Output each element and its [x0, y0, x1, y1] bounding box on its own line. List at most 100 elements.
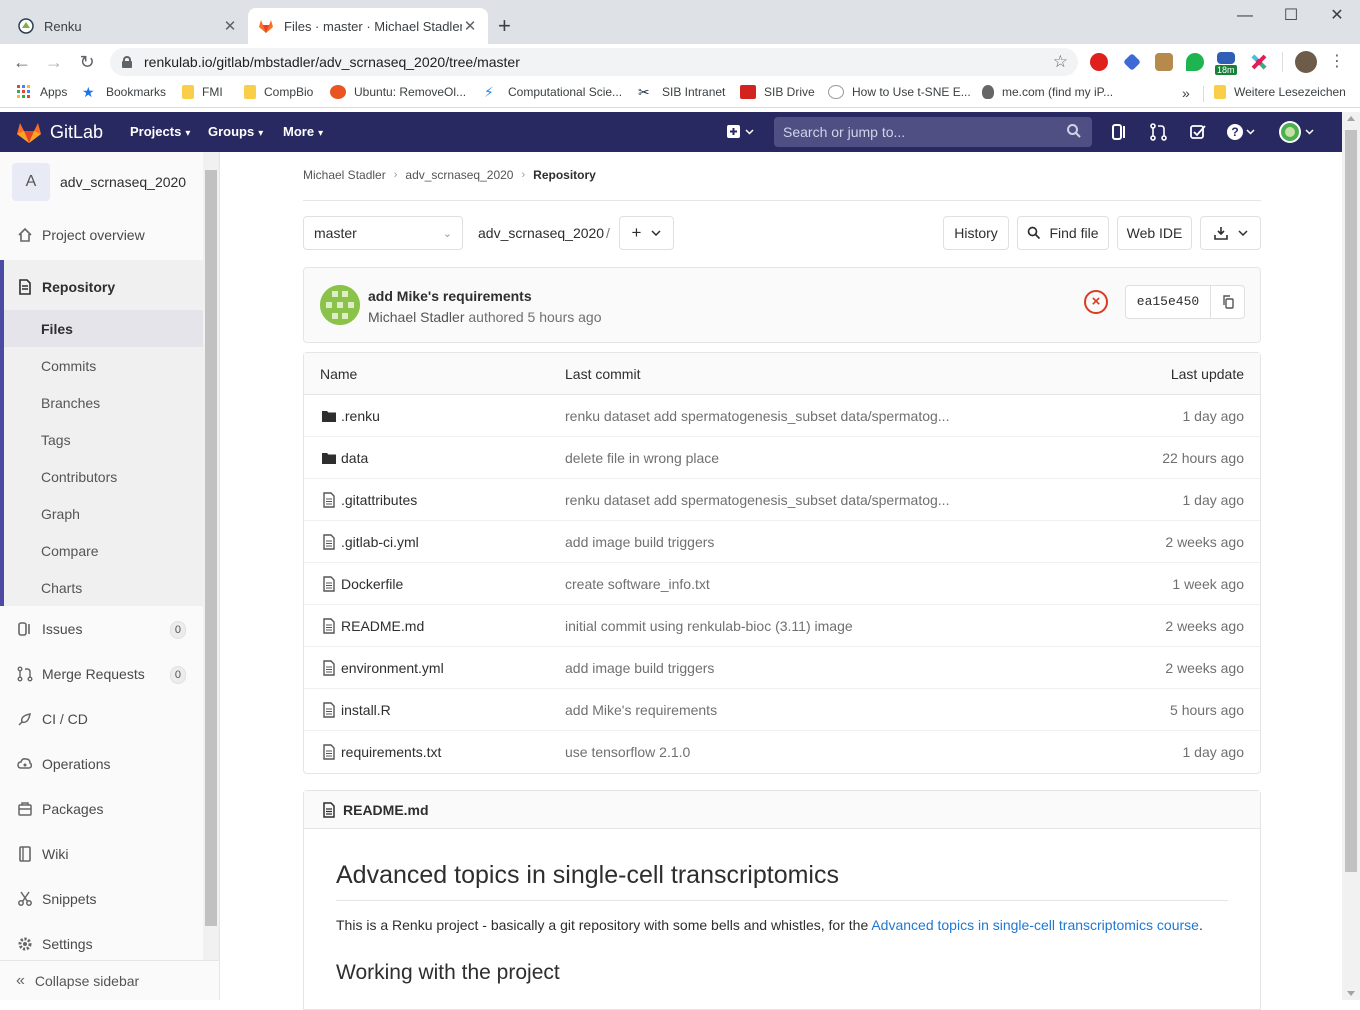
web-ide-button[interactable]: Web IDE [1117, 216, 1192, 250]
reload-icon[interactable]: ↻ [75, 50, 99, 74]
bookmark-sib-intranet[interactable]: ✂ SIB Intranet [638, 85, 725, 99]
sidebar-subitem-files[interactable]: Files [4, 310, 204, 347]
page-scrollbar-thumb[interactable] [1345, 130, 1357, 872]
sidebar-subitem-tags[interactable]: Tags [4, 421, 204, 458]
new-dropdown-button[interactable] [726, 123, 756, 141]
last-commit-link[interactable]: add Mike's requirements [565, 702, 965, 718]
last-commit-link[interactable]: initial commit using renkulab-bioc (3.11… [565, 618, 965, 634]
new-tab-button[interactable]: + [498, 14, 511, 38]
bookmark-mecom[interactable]: me.com (find my iP... [982, 85, 1113, 99]
help-menu-icon[interactable]: ? [1226, 123, 1258, 141]
file-name-link[interactable]: .gitlab-ci.yml [341, 534, 419, 550]
sidebar-scrollbar[interactable] [203, 152, 219, 966]
bookmark-compbio[interactable]: CompBio [244, 85, 313, 99]
extension-icon[interactable] [1217, 52, 1235, 64]
sidebar-subitem-charts[interactable]: Charts [4, 569, 204, 606]
sidebar-item-settings[interactable]: Settings [0, 926, 204, 962]
sidebar-subitem-compare[interactable]: Compare [4, 532, 204, 569]
last-commit-link[interactable]: create software_info.txt [565, 576, 965, 592]
breadcrumb-current[interactable]: Repository [533, 168, 596, 182]
gitlab-home-link[interactable]: GitLab [16, 120, 103, 144]
table-row[interactable]: install.R add Mike's requirements 5 hours … [304, 689, 1260, 731]
minimize-window-icon[interactable]: — [1222, 4, 1268, 28]
breadcrumb-owner[interactable]: Michael Stadler [303, 168, 386, 182]
sidebar-item-operations[interactable]: Operations [0, 746, 204, 782]
extension-icon[interactable] [1155, 53, 1173, 71]
sidebar-item-cicd[interactable]: CI / CD [0, 701, 204, 737]
bookmark-bookmarks[interactable]: ★ Bookmarks [82, 85, 166, 99]
bookmark-apps[interactable]: Apps [16, 85, 67, 99]
last-commit-link[interactable]: renku dataset add spermatogenesis_subset… [565, 492, 965, 508]
groups-menu[interactable]: Groups ▾ [208, 124, 263, 139]
table-row[interactable]: .renku renku dataset add spermatogenesis_… [304, 395, 1260, 437]
file-name-link[interactable]: data [341, 450, 368, 466]
extension-icon[interactable] [1250, 53, 1268, 71]
sidebar-subitem-commits[interactable]: Commits [4, 347, 204, 384]
find-file-button[interactable]: Find file [1017, 216, 1109, 250]
repo-path-root[interactable]: adv_scrnaseq_2020 [478, 225, 604, 241]
file-name-link[interactable]: Dockerfile [341, 576, 403, 592]
sidebar-project-header[interactable]: A adv_scrnaseq_2020 [0, 160, 204, 204]
forward-icon[interactable]: → [42, 50, 66, 74]
sidebar-item-wiki[interactable]: Wiki [0, 836, 204, 872]
file-name-link[interactable]: requirements.txt [341, 744, 441, 760]
address-bar[interactable]: renkulab.io/gitlab/mbstadler/adv_scrnase… [110, 48, 1078, 76]
back-icon[interactable]: ← [10, 50, 34, 74]
bookmark-sib-drive[interactable]: SIB Drive [740, 85, 815, 99]
table-row[interactable]: environment.yml add image build triggers 2… [304, 647, 1260, 689]
commit-author-link[interactable]: Michael Stadler [368, 309, 465, 325]
page-scrollbar[interactable] [1342, 112, 1360, 1000]
download-dropdown[interactable] [1200, 216, 1261, 250]
pipeline-failed-icon[interactable]: × [1084, 290, 1108, 314]
extension-icon[interactable] [1186, 53, 1204, 71]
last-commit-link[interactable]: use tensorflow 2.1.0 [565, 744, 965, 760]
bookmark-tsne[interactable]: How to Use t-SNE E... [828, 85, 971, 99]
close-tab-icon[interactable]: ✕ [222, 17, 238, 35]
search-input[interactable]: Search or jump to... [774, 117, 1092, 147]
file-name-link[interactable]: .renku [341, 408, 380, 424]
sidebar-item-packages[interactable]: Packages [0, 791, 204, 827]
opera-extension-icon[interactable] [1090, 53, 1108, 71]
branch-select[interactable]: master ⌄ [303, 216, 463, 250]
issues-nav-icon[interactable] [1110, 123, 1130, 141]
sidebar-item-issues[interactable]: Issues 0 [0, 611, 204, 647]
bookmark-other[interactable]: Weitere Lesezeichen [1214, 85, 1346, 99]
collapse-sidebar-button[interactable]: « Collapse sidebar [0, 960, 219, 1000]
sidebar-item-repository[interactable]: Repository [0, 269, 204, 305]
profile-avatar[interactable] [1295, 51, 1317, 73]
more-menu[interactable]: More ▾ [283, 124, 323, 139]
file-name-link[interactable]: .gitattributes [341, 492, 417, 508]
close-window-icon[interactable]: ✕ [1314, 4, 1360, 28]
last-commit-link[interactable]: add image build triggers [565, 660, 965, 676]
readme-filename[interactable]: README.md [343, 802, 429, 818]
table-row[interactable]: Dockerfile create software_info.txt 1 week… [304, 563, 1260, 605]
user-avatar-menu[interactable] [1278, 120, 1318, 144]
browser-tab-gitlab[interactable]: Files · master · Michael Stadler / adv_s… [248, 8, 488, 44]
bookmark-computational-science[interactable]: ⚡ Computational Scie... [484, 85, 622, 99]
table-row[interactable]: .gitattributes renku dataset add spermato… [304, 479, 1260, 521]
sidebar-item-snippets[interactable]: Snippets [0, 881, 204, 917]
table-row[interactable]: data delete file in wrong place 22 hours a… [304, 437, 1260, 479]
file-name-link[interactable]: README.md [341, 618, 424, 634]
commit-title-link[interactable]: add Mike's requirements [368, 288, 532, 304]
bookmark-star-icon[interactable]: ☆ [1053, 52, 1068, 72]
sidebar-subitem-graph[interactable]: Graph [4, 495, 204, 532]
commit-sha[interactable]: ea15e450 [1126, 286, 1211, 318]
file-name-link[interactable]: install.R [341, 702, 391, 718]
table-row[interactable]: requirements.txt use tensorflow 2.1.0 1 da… [304, 731, 1260, 773]
maximize-window-icon[interactable]: ☐ [1268, 4, 1314, 28]
close-tab-icon[interactable]: ✕ [462, 17, 478, 35]
sidebar-item-project-overview[interactable]: Project overview [0, 217, 204, 253]
breadcrumb-project[interactable]: adv_scrnaseq_2020 [405, 168, 513, 182]
history-button[interactable]: History [943, 216, 1009, 250]
browser-tab-renku[interactable]: Renku ✕ [8, 8, 248, 44]
sidebar-scrollbar-thumb[interactable] [205, 170, 217, 926]
copy-sha-button[interactable] [1211, 286, 1244, 318]
todos-nav-icon[interactable] [1189, 123, 1209, 141]
course-link[interactable]: Advanced topics in single-cell transcrip… [871, 917, 1199, 933]
sidebar-subitem-contributors[interactable]: Contributors [4, 458, 204, 495]
bookmark-ubuntu[interactable]: Ubuntu: RemoveOl... [330, 85, 466, 99]
bookmark-fmi[interactable]: FMI [182, 85, 223, 99]
file-name-link[interactable]: environment.yml [341, 660, 444, 676]
merge-requests-nav-icon[interactable] [1149, 123, 1169, 141]
